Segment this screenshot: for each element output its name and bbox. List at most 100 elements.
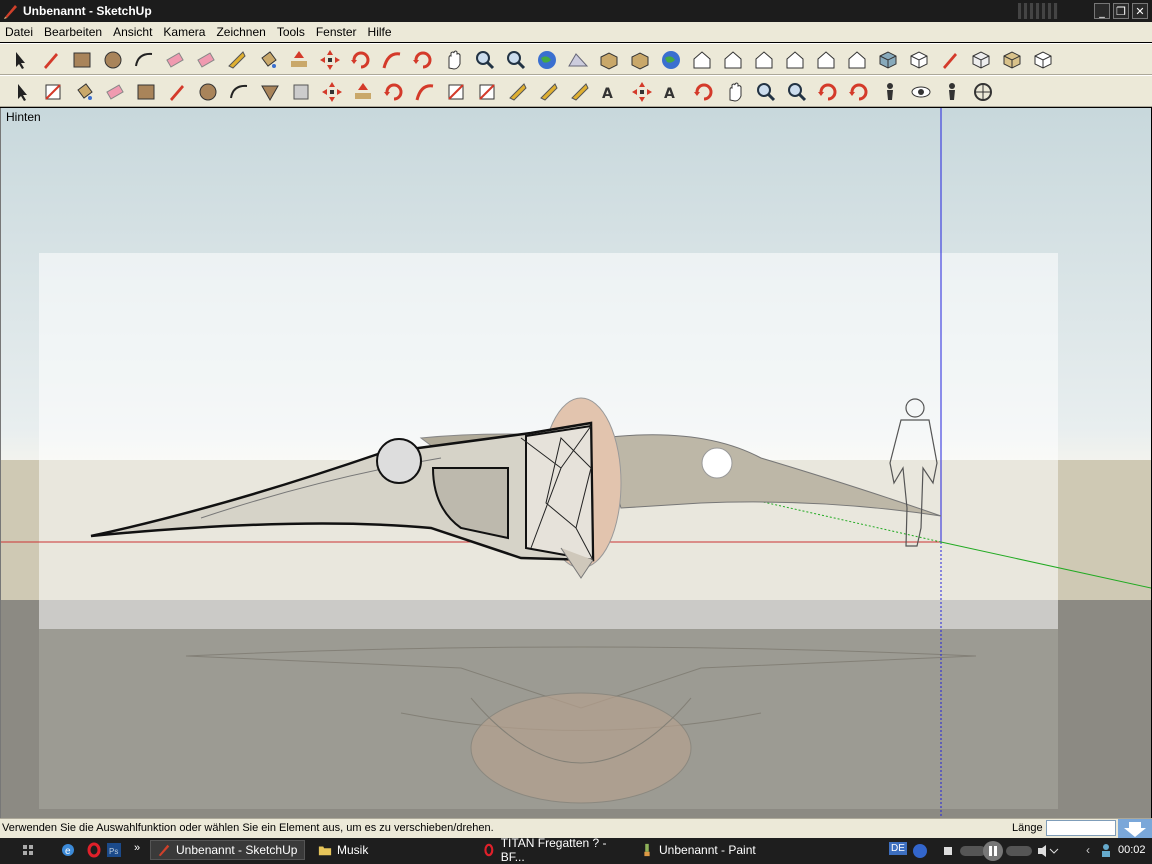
circle-tool-button[interactable]	[196, 80, 220, 104]
tape-measure-tool-button[interactable]	[506, 80, 530, 104]
shaded-tool-button[interactable]	[969, 48, 993, 72]
share-model-tool-button[interactable]	[659, 48, 683, 72]
rotate-tool-button[interactable]	[349, 48, 373, 72]
tray-expand-icon[interactable]: ‹	[1086, 843, 1090, 857]
pan-tool-button[interactable]	[723, 80, 747, 104]
quicklaunch-more-icon[interactable]: »	[134, 842, 140, 854]
zoom-window-tool-button[interactable]	[785, 80, 809, 104]
front-view-tool-button[interactable]	[721, 48, 745, 72]
xray-tool-button[interactable]	[876, 48, 900, 72]
push-pull-tool-button[interactable]	[287, 48, 311, 72]
dimension-tool-button[interactable]	[537, 80, 561, 104]
make-component-tool-button[interactable]	[41, 80, 65, 104]
menu-bearbeiten[interactable]: Bearbeiten	[44, 25, 102, 39]
zoom-window-icon	[788, 83, 807, 102]
text-tool-button[interactable]: A	[599, 80, 623, 104]
paint-bucket-tool-button[interactable]	[72, 80, 96, 104]
opera-icon[interactable]	[86, 842, 102, 858]
paint-bucket-tool-button[interactable]	[256, 48, 280, 72]
task-musik[interactable]: Musik	[312, 840, 467, 860]
look-around-tool-button[interactable]	[909, 80, 933, 104]
next-view-tool-button[interactable]	[847, 80, 871, 104]
menu-ansicht[interactable]: Ansicht	[113, 25, 152, 39]
section-plane-tool-button[interactable]	[971, 80, 995, 104]
protractor-tool-button[interactable]	[568, 80, 592, 104]
eraser-tool-button[interactable]	[103, 80, 127, 104]
close-button[interactable]: ✕	[1132, 3, 1148, 19]
menu-hilfe[interactable]: Hilfe	[368, 25, 392, 39]
svg-text:A: A	[602, 86, 613, 102]
look-around-icon	[911, 86, 931, 98]
menu-zeichnen[interactable]: Zeichnen	[216, 25, 265, 39]
photoshop-icon[interactable]: Ps	[106, 842, 122, 858]
start-grid-icon[interactable]	[20, 842, 36, 858]
right-view-tool-button[interactable]	[783, 48, 807, 72]
rectangle-icon	[137, 84, 155, 100]
wireframe-tool-button[interactable]	[907, 48, 931, 72]
left-view-tool-button[interactable]	[845, 48, 869, 72]
orbit-tool-button[interactable]	[692, 80, 716, 104]
task-paint[interactable]: Unbenannt - Paint	[634, 840, 789, 860]
rectangle-tool-button[interactable]	[134, 80, 158, 104]
drawing-viewport[interactable]: Hinten	[0, 108, 1151, 818]
get-models-tool-button[interactable]	[628, 48, 652, 72]
tape-measure-tool-button[interactable]	[225, 48, 249, 72]
hidden-line-icon	[943, 53, 957, 69]
section-plane-icon	[974, 83, 992, 101]
pan-tool-button[interactable]	[442, 48, 466, 72]
line-tool-button[interactable]	[165, 80, 189, 104]
menu-tools[interactable]: Tools	[277, 25, 305, 39]
status-arrow-icon[interactable]	[1118, 819, 1152, 839]
pencil-tool-button[interactable]	[39, 48, 63, 72]
follow-me-tool-button[interactable]	[413, 80, 437, 104]
3d-text-tool-button[interactable]: A	[661, 80, 685, 104]
select-tool-button[interactable]	[10, 80, 34, 104]
select-tool-button[interactable]	[8, 48, 32, 72]
freehand-tool-button[interactable]	[289, 80, 313, 104]
place-model-tool-button[interactable]	[597, 48, 621, 72]
arc-tool-button[interactable]	[227, 80, 251, 104]
zoom-tool-button[interactable]	[754, 80, 778, 104]
monochrome-tool-button[interactable]	[1031, 48, 1055, 72]
move-tool-button[interactable]	[320, 80, 344, 104]
move-tool-button[interactable]	[318, 48, 342, 72]
rotate-tool-button[interactable]	[382, 80, 406, 104]
back-view-tool-button[interactable]	[814, 48, 838, 72]
ie-browser-icon[interactable]: e	[60, 842, 76, 858]
network-user-icon[interactable]	[1098, 842, 1114, 858]
orbit-tool-button[interactable]	[411, 48, 435, 72]
axes-tool-button[interactable]	[630, 80, 654, 104]
language-indicator[interactable]: DE	[889, 842, 907, 855]
menu-datei[interactable]: Datei	[5, 25, 33, 39]
task-titan[interactable]: TITAN Fregatten ? - BF...	[476, 836, 631, 864]
task-sketchup[interactable]: Unbenannt - SketchUp	[150, 840, 305, 860]
minimize-button[interactable]: _	[1094, 3, 1110, 19]
shaded-texture-tool-button[interactable]	[1000, 48, 1024, 72]
zoom-tool-button[interactable]	[473, 48, 497, 72]
follow-me-tool-button[interactable]	[380, 48, 404, 72]
restore-button[interactable]: ❐	[1113, 3, 1129, 19]
zoom-extents-tool-button[interactable]	[504, 48, 528, 72]
google-earth-tool-button[interactable]	[535, 48, 559, 72]
position-camera-tool-button[interactable]	[878, 80, 902, 104]
menu-fenster[interactable]: Fenster	[316, 25, 357, 39]
polygon-tool-button[interactable]	[258, 80, 282, 104]
top-view-tool-button[interactable]	[752, 48, 776, 72]
hidden-line-tool-button[interactable]	[938, 48, 962, 72]
walk-tool-button[interactable]	[940, 80, 964, 104]
offset-tool-button[interactable]	[475, 80, 499, 104]
length-input[interactable]	[1046, 820, 1116, 836]
iso-view-tool-button[interactable]	[690, 48, 714, 72]
scale-tool-button[interactable]	[444, 80, 468, 104]
previous-view-tool-button[interactable]	[816, 80, 840, 104]
circle-tool-button[interactable]	[101, 48, 125, 72]
menu-kamera[interactable]: Kamera	[163, 25, 205, 39]
scene-canvas[interactable]	[1, 108, 1151, 818]
push-pull-tool-button[interactable]	[351, 80, 375, 104]
eraser-pink-tool-button[interactable]	[194, 48, 218, 72]
arc-tool-button[interactable]	[132, 48, 156, 72]
rectangle-tool-button[interactable]	[70, 48, 94, 72]
eraser-tool-button[interactable]	[163, 48, 187, 72]
toggle-terrain-tool-button[interactable]	[566, 48, 590, 72]
media-player-controls[interactable]	[910, 840, 1086, 862]
